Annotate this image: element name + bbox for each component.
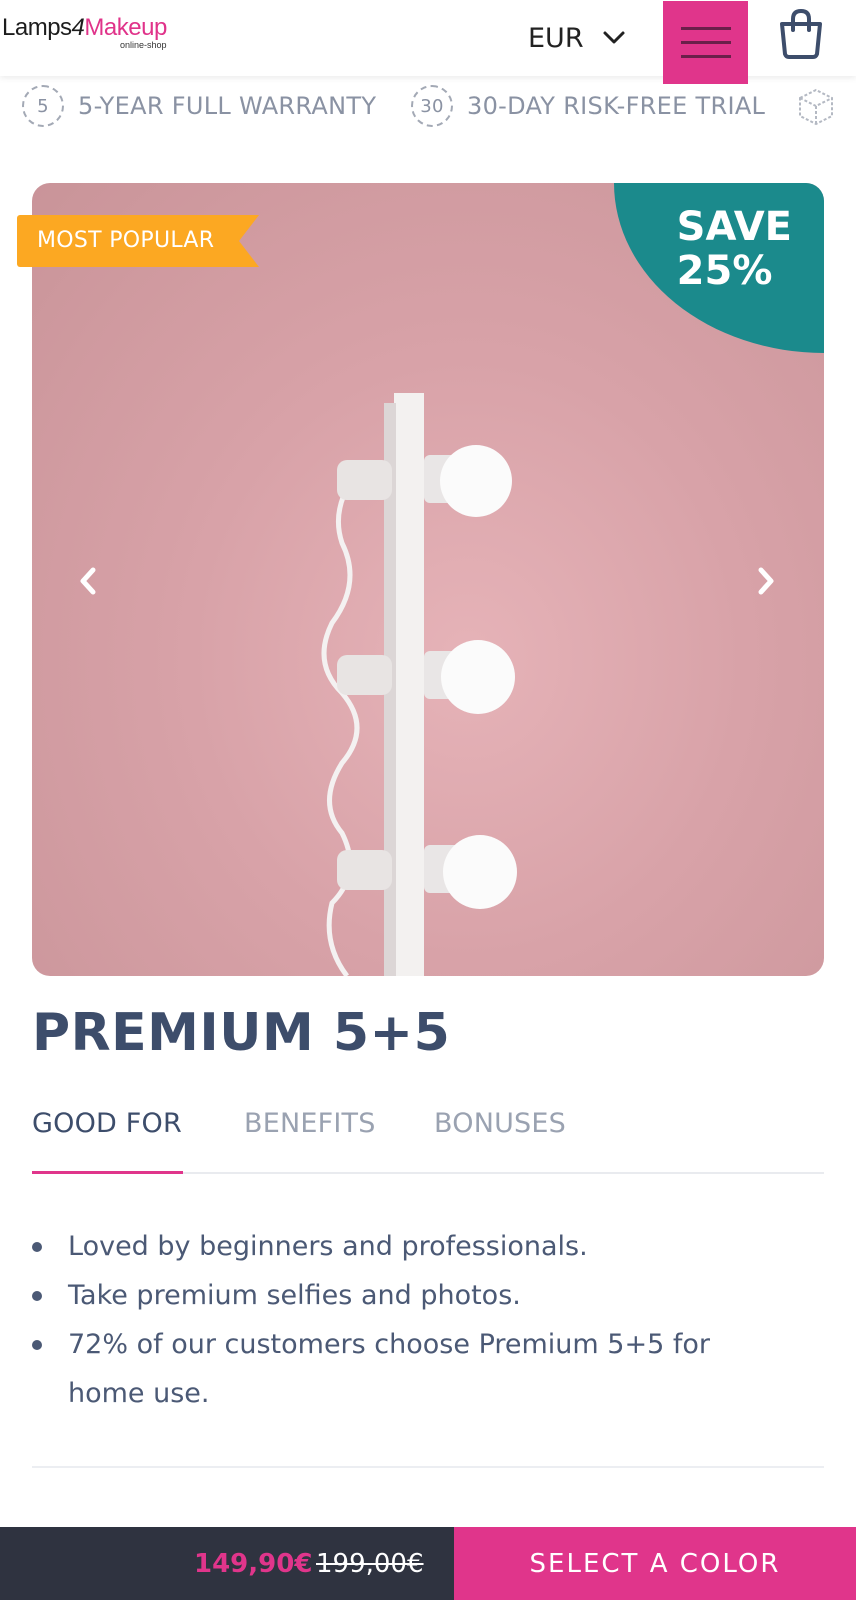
current-price: 149,90€ [194, 1549, 313, 1579]
product-tabs: GOOD FOR BENEFITS BONUSES [32, 1108, 824, 1174]
trust-item-trial: 30 30-DAY RISK-FREE TRIAL [411, 80, 765, 132]
logo-subtitle: online-shop [120, 40, 167, 50]
discount-badge-text: SAVE 25% [677, 205, 792, 293]
discount-badge-line2: 25% [676, 248, 773, 294]
trust-bar: 5 5-YEAR FULL WARRANTY 30 30-DAY RISK-FR… [0, 80, 856, 132]
trial-badge-icon: 30 [411, 85, 453, 127]
hamburger-icon-line [680, 41, 731, 44]
warranty-badge-icon: 5 [22, 85, 64, 127]
tab-bonuses[interactable]: BONUSES [434, 1108, 566, 1174]
site-header: Lamps4Makeup online-shop EUR [0, 0, 856, 84]
logo[interactable]: Lamps4Makeup online-shop [2, 14, 167, 54]
list-item: Take premium selfies and photos. [32, 1271, 792, 1320]
list-item: Loved by beginners and professionals. [32, 1222, 792, 1271]
trust-item-shipping [794, 80, 838, 132]
currency-selector[interactable]: EUR [528, 18, 626, 58]
logo-text-makeup: Makeup [84, 14, 167, 41]
hamburger-icon-line [680, 55, 731, 58]
price-area: 149,90€ 199,00€ [0, 1527, 454, 1600]
original-price: 199,00€ [316, 1549, 424, 1579]
purchase-bar: 149,90€ 199,00€ SELECT A COLOR [0, 1527, 856, 1600]
shopping-bag-icon[interactable] [776, 8, 826, 60]
discount-badge-line1: SAVE [676, 204, 792, 250]
box-icon [799, 88, 833, 126]
carousel-prev-button[interactable] [68, 561, 108, 601]
trust-item-label: 30-DAY RISK-FREE TRIAL [467, 92, 766, 120]
divider [32, 1466, 824, 1468]
select-color-button[interactable]: SELECT A COLOR [454, 1527, 856, 1600]
logo-text-number: 4 [71, 14, 85, 41]
currency-label: EUR [528, 22, 584, 54]
good-for-list: Loved by beginners and professionals. Ta… [32, 1222, 792, 1418]
tab-benefits[interactable]: BENEFITS [244, 1108, 376, 1174]
product-image-carousel[interactable]: SAVE 25% [32, 183, 824, 976]
trust-item-warranty: 5 5-YEAR FULL WARRANTY [22, 80, 376, 132]
logo-text-lamps: Lamps [2, 14, 72, 41]
chevron-left-icon [80, 567, 96, 595]
menu-button[interactable] [663, 1, 748, 84]
product-title: PREMIUM 5+5 [32, 1003, 451, 1063]
chevron-down-icon [603, 31, 625, 44]
list-item: 72% of our customers choose Premium 5+5 … [32, 1320, 792, 1418]
chevron-right-icon [758, 567, 774, 595]
ribbon-tail [239, 215, 259, 267]
hamburger-icon-line [680, 27, 731, 30]
ribbon-label: MOST POPULAR [37, 228, 215, 253]
trust-item-label: 5-YEAR FULL WARRANTY [78, 92, 377, 120]
carousel-next-button[interactable] [746, 561, 786, 601]
tab-good-for[interactable]: GOOD FOR [32, 1108, 183, 1174]
